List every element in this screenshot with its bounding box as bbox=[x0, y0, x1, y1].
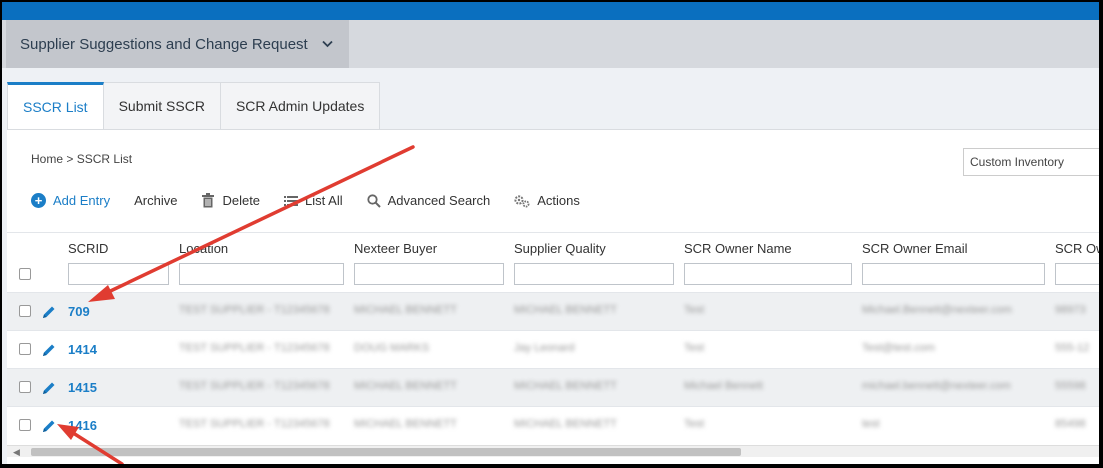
filter-supplier-quality[interactable] bbox=[514, 263, 674, 285]
row-checkbox[interactable] bbox=[19, 305, 31, 317]
view-select[interactable]: Custom Inventory bbox=[963, 148, 1099, 176]
breadcrumb-home[interactable]: Home bbox=[31, 152, 63, 166]
delete-label: Delete bbox=[222, 193, 261, 208]
scrid-link[interactable]: 1414 bbox=[68, 342, 97, 357]
filter-scr-owner-email[interactable] bbox=[862, 263, 1045, 285]
actions-label: Actions bbox=[537, 193, 580, 208]
scroll-left-arrow-icon[interactable]: ◀ bbox=[13, 447, 20, 458]
filter-scr-owner-extra[interactable] bbox=[1055, 263, 1099, 285]
cell-extra: 555-12 bbox=[1055, 342, 1090, 354]
breadcrumb-current: SSCR List bbox=[76, 152, 133, 166]
col-header-scr-owner-email[interactable]: SCR Owner Email bbox=[862, 241, 967, 256]
col-header-scr-owner-name[interactable]: SCR Owner Name bbox=[684, 241, 792, 256]
archive-label: Archive bbox=[134, 193, 178, 208]
delete-button[interactable]: Delete bbox=[201, 193, 260, 208]
scrid-link[interactable]: 709 bbox=[68, 304, 90, 319]
table-row[interactable]: 1414 TEST SUPPLIER - T12345678 DOUG MARK… bbox=[7, 330, 1099, 368]
cell-location: TEST SUPPLIER - T12345678 bbox=[179, 418, 330, 430]
breadcrumb-separator: > bbox=[66, 152, 74, 166]
cell-email: test bbox=[862, 418, 880, 430]
app-window: Supplier Suggestions and Change Request … bbox=[2, 2, 1099, 464]
col-header-scrid[interactable]: SCRID bbox=[68, 241, 108, 256]
plus-circle-icon: + bbox=[31, 193, 46, 208]
row-checkbox[interactable] bbox=[19, 419, 31, 431]
list-panel: Home > SSCR List Custom Inventory + Add … bbox=[7, 129, 1099, 464]
breadcrumb: Home > SSCR List bbox=[31, 152, 132, 166]
list-all-label: List All bbox=[305, 193, 343, 208]
data-grid: SCRID Location Nexteer Buyer Supplier Qu… bbox=[7, 232, 1099, 444]
list-icon bbox=[284, 195, 299, 207]
pencil-icon[interactable] bbox=[41, 304, 57, 320]
toolbar: + Add Entry Archive Delete List All Adva… bbox=[31, 193, 604, 208]
module-bar: Supplier Suggestions and Change Request bbox=[2, 20, 1099, 68]
module-title: Supplier Suggestions and Change Request bbox=[20, 35, 308, 53]
cell-extra: 55598 bbox=[1055, 380, 1086, 392]
scrid-link[interactable]: 1415 bbox=[68, 380, 97, 395]
cell-email: michael.bennett@nexteer.com bbox=[862, 380, 1011, 392]
cell-buyer: MICHAEL BENNETT bbox=[354, 304, 457, 316]
list-all-button[interactable]: List All bbox=[284, 193, 343, 208]
cell-owner: Test bbox=[684, 342, 705, 354]
tab-sscr-list[interactable]: SSCR List bbox=[7, 82, 104, 130]
search-icon bbox=[367, 193, 381, 208]
table-row[interactable]: 1415 TEST SUPPLIER - T12345678 MICHAEL B… bbox=[7, 368, 1099, 406]
row-checkbox[interactable] bbox=[19, 381, 31, 393]
pencil-icon[interactable] bbox=[41, 342, 57, 358]
filter-scr-owner-name[interactable] bbox=[684, 263, 852, 285]
pencil-icon[interactable] bbox=[41, 380, 57, 396]
archive-button[interactable]: Archive bbox=[134, 193, 177, 208]
module-dropdown[interactable]: Supplier Suggestions and Change Request bbox=[6, 20, 349, 68]
col-header-nexteer-buyer[interactable]: Nexteer Buyer bbox=[354, 241, 437, 256]
cell-location: TEST SUPPLIER - T12345678 bbox=[179, 342, 330, 354]
col-header-scr-owner-extra[interactable]: SCR Ow bbox=[1055, 241, 1099, 256]
tab-bar: SSCR List Submit SSCR SCR Admin Updates bbox=[7, 82, 381, 130]
cell-owner: Michael Bennett bbox=[684, 380, 763, 392]
cell-owner: Test bbox=[684, 418, 705, 430]
select-all-checkbox[interactable] bbox=[19, 268, 31, 280]
horizontal-scrollbar[interactable]: ◀ bbox=[7, 445, 1099, 457]
cell-location: TEST SUPPLIER - T12345678 bbox=[179, 380, 330, 392]
cell-quality: Jay Leonard bbox=[514, 342, 575, 354]
cell-owner: Test bbox=[684, 304, 705, 316]
advanced-search-label: Advanced Search bbox=[387, 193, 491, 208]
cell-location: TEST SUPPLIER - T12345678 bbox=[179, 304, 330, 316]
chevron-down-icon bbox=[322, 37, 333, 51]
col-header-supplier-quality[interactable]: Supplier Quality bbox=[514, 241, 606, 256]
cell-quality: MICHAEL BENNETT bbox=[514, 304, 617, 316]
scrid-link[interactable]: 1416 bbox=[68, 418, 97, 433]
cell-email: Test@test.com bbox=[862, 342, 935, 354]
scrollbar-thumb[interactable] bbox=[31, 448, 741, 456]
tab-scr-admin-updates[interactable]: SCR Admin Updates bbox=[220, 82, 381, 130]
cell-quality: MICHAEL BENNETT bbox=[514, 380, 617, 392]
trash-icon bbox=[201, 193, 215, 208]
filter-scrid[interactable] bbox=[68, 263, 169, 285]
row-checkbox[interactable] bbox=[19, 343, 31, 355]
grid-header: SCRID Location Nexteer Buyer Supplier Qu… bbox=[7, 232, 1099, 292]
table-row[interactable]: 1416 TEST SUPPLIER - T12345678 MICHAEL B… bbox=[7, 406, 1099, 444]
filter-nexteer-buyer[interactable] bbox=[354, 263, 504, 285]
cell-extra: 98973 bbox=[1055, 304, 1086, 316]
gears-icon bbox=[514, 194, 530, 208]
actions-button[interactable]: Actions bbox=[514, 193, 580, 208]
add-entry-button[interactable]: + Add Entry bbox=[31, 193, 110, 208]
advanced-search-button[interactable]: Advanced Search bbox=[367, 193, 491, 208]
add-entry-label: Add Entry bbox=[53, 193, 111, 208]
cell-buyer: MICHAEL BENNETT bbox=[354, 418, 457, 430]
pencil-icon[interactable] bbox=[41, 418, 57, 434]
tab-submit-sscr[interactable]: Submit SSCR bbox=[103, 82, 221, 130]
cell-email: Michael.Bennett@nexteer.com bbox=[862, 304, 1012, 316]
table-row[interactable]: 709 TEST SUPPLIER - T12345678 MICHAEL BE… bbox=[7, 292, 1099, 330]
top-bar bbox=[2, 2, 1099, 20]
cell-quality: MICHAEL BENNETT bbox=[514, 418, 617, 430]
cell-buyer: DOUG MARKS bbox=[354, 342, 430, 354]
col-header-location[interactable]: Location bbox=[179, 241, 228, 256]
cell-buyer: MICHAEL BENNETT bbox=[354, 380, 457, 392]
cell-extra: 85498 bbox=[1055, 418, 1086, 430]
filter-location[interactable] bbox=[179, 263, 344, 285]
